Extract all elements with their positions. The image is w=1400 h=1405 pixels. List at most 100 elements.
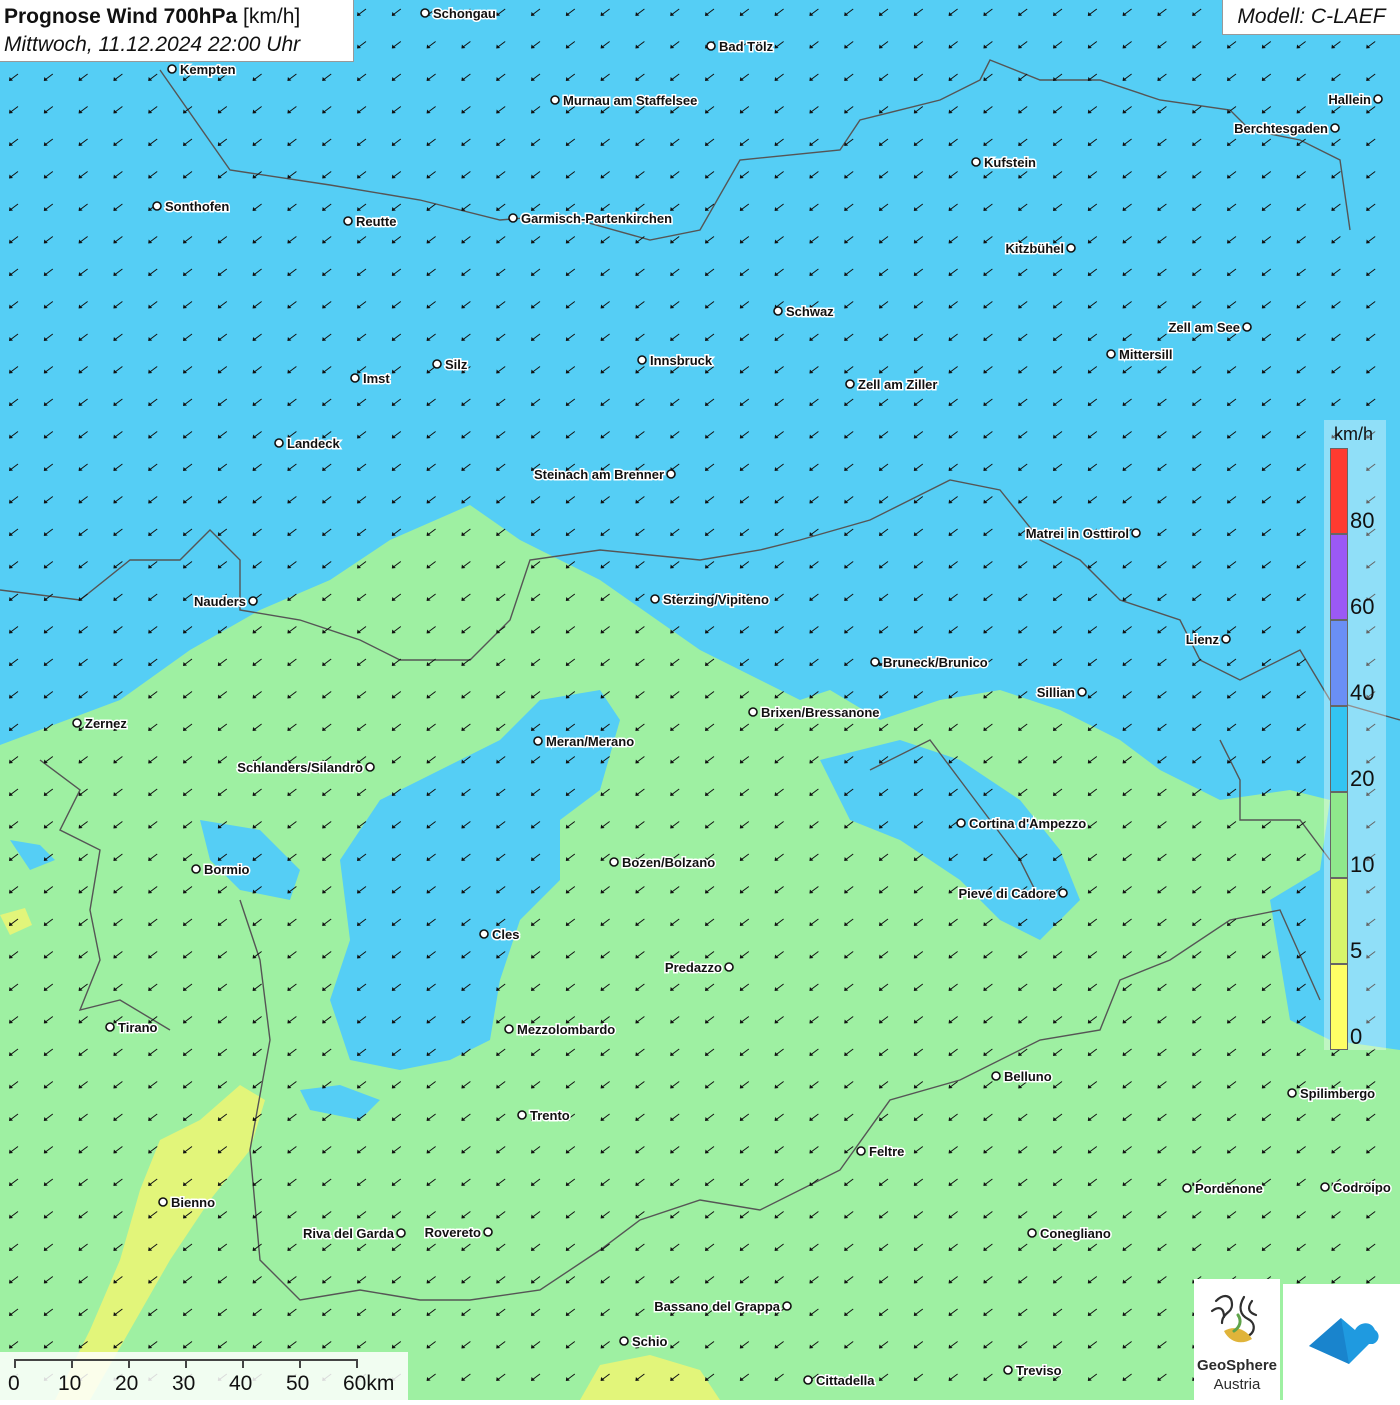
city-marker: Berchtesgaden [1233,120,1340,138]
city-dot [191,864,201,874]
city-label: Matrei in Osttirol [1026,526,1129,541]
legend-tick-label: 10 [1350,852,1375,877]
city-marker: Meran/Merano [533,733,636,751]
city-dot [72,718,82,728]
legend-color-bin [1330,964,1348,1050]
legend-tick-label: 0 [1350,1024,1363,1049]
city-label: Codroipo [1333,1180,1391,1195]
geosphere-sub: Austria [1213,1376,1261,1393]
city-label: Sonthofen [165,199,229,214]
city-marker: Bruneck/Brunico [870,654,989,672]
city-dot [432,359,442,369]
city-dot [533,736,543,746]
city-label: Murnau am Staffelsee [563,93,697,108]
cloud-arrow-app-icon [1309,1318,1379,1364]
city-dot [956,818,966,828]
city-dot [508,213,518,223]
city-marker: Schlanders/Silandro [236,759,375,777]
city-label: Sillian [1037,685,1075,700]
city-dot [609,857,619,867]
city-dot [856,1146,866,1156]
scale-label: 40 [229,1372,253,1395]
city-marker: Pordenone [1182,1180,1264,1198]
map-title-unit: [km/h] [237,5,301,28]
city-label: Meran/Merano [546,734,634,749]
legend-color-bin [1330,448,1348,534]
city-dot [167,64,177,74]
city-dot [637,355,647,365]
city-label: Innsbruck [650,353,713,368]
city-label: Trento [530,1108,570,1123]
legend-tick-label: 40 [1350,680,1375,705]
city-label: Mittersill [1119,347,1172,362]
city-label: Spilimbergo [1300,1086,1375,1101]
scale-tick [128,1359,130,1368]
title-box: Prognose Wind 700hPa [km/h] Mittwoch, 11… [0,0,354,62]
scale-label: 30 [172,1372,196,1395]
city-marker: Spilimbergo [1287,1085,1377,1103]
city-label: Imst [363,371,390,386]
city-label: Schwaz [786,304,834,319]
city-dot [1066,243,1076,253]
city-label: Garmisch-Partenkirchen [521,211,672,226]
legend-color-bin [1330,620,1348,706]
model-label: Modell: C-LAEF [1222,0,1400,35]
city-dot [706,41,716,51]
city-label: Tirano [118,1020,158,1035]
city-marker: Zell am See [1167,319,1252,337]
city-dot [650,594,660,604]
city-label: Hallein [1328,92,1371,107]
city-dot [504,1024,514,1034]
city-marker: Sonthofen [152,198,231,216]
city-dot [350,373,360,383]
city-marker: Garmisch-Partenkirchen [508,210,674,228]
legend-color-bin [1330,792,1348,878]
scale-tick [14,1359,16,1368]
city-dot [724,962,734,972]
city-label: Bad Tölz [719,39,774,54]
city-label: Riva del Garda [303,1226,395,1241]
city-label: Schongau [433,6,496,21]
city-marker: Schongau [420,5,497,23]
city-label: Belluno [1004,1069,1052,1084]
city-label: Zell am Ziller [858,377,937,392]
city-marker: Innsbruck [637,352,714,370]
city-dot [274,438,284,448]
city-dot [479,929,489,939]
city-dot [773,306,783,316]
city-label: Pieve di Cadore [958,886,1056,901]
city-dot [803,1375,813,1385]
city-dot [550,95,560,105]
map-title: Prognose Wind 700hPa [km/h] [4,3,353,31]
scale-label: 20 [115,1372,139,1395]
city-label: Pordenone [1195,1181,1263,1196]
city-dot [1330,123,1340,133]
city-dot [991,1071,1001,1081]
city-marker: Sterzing/Vipiteno [650,591,770,609]
scale-bar: 0 10 20 30 40 50 60km [0,1352,408,1400]
city-dot [971,157,981,167]
scale-tick [356,1359,358,1368]
city-label: Rovereto [425,1225,481,1240]
city-label: Lienz [1186,632,1220,647]
city-label: Reutte [356,214,396,229]
city-marker: Brixen/Bressanone [748,704,881,722]
scale-label: 50 [286,1372,310,1395]
city-dot [1221,634,1231,644]
scale-label: 10 [58,1372,82,1395]
city-dot [152,201,162,211]
geosphere-logo: GeoSphere Austria [1194,1279,1280,1400]
city-marker: Matrei in Osttirol [1024,525,1141,543]
city-dot [870,657,880,667]
city-label: Bruneck/Brunico [883,655,988,670]
city-dot [1027,1228,1037,1238]
scale-tick [185,1359,187,1368]
city-dot [1077,687,1087,697]
map-title-main: Prognose Wind 700hPa [4,5,238,28]
city-dot [248,596,258,606]
city-marker: Riva del Garda [301,1225,406,1243]
city-label: Berchtesgaden [1234,121,1328,136]
wind-forecast-map: Schongau Bad Tölz Kempten Murnau am Staffel… [0,0,1400,1400]
city-dot [666,469,676,479]
legend-tick-label: 20 [1350,766,1375,791]
